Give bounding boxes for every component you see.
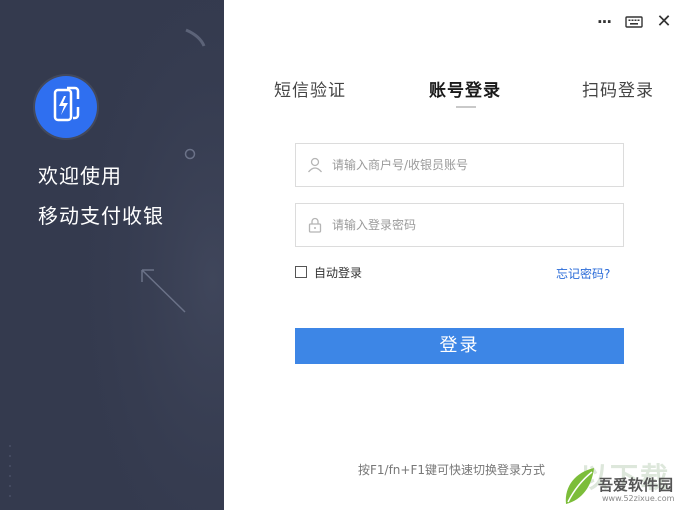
leaf-icon xyxy=(562,464,596,510)
auto-login-label[interactable]: 自动登录 xyxy=(314,264,362,281)
auto-login-checkbox[interactable] xyxy=(295,266,307,278)
forgot-password-link[interactable]: 忘记密码? xyxy=(556,265,610,282)
watermark-url: www.52zixue.com xyxy=(602,494,675,503)
brand-panel: 欢迎使用 移动支付收银 xyxy=(0,0,224,510)
watermark: 以下载 吾爱软件园 www.52zixue.com xyxy=(560,456,691,510)
tab-scan-login[interactable]: 扫码登录 xyxy=(582,76,654,101)
lock-icon xyxy=(306,216,324,238)
username-input[interactable] xyxy=(332,144,617,186)
more-dots-icon[interactable]: ··· xyxy=(594,12,614,32)
close-icon[interactable]: ✕ xyxy=(654,12,674,32)
login-button[interactable]: 登录 xyxy=(295,328,624,364)
keyboard-icon[interactable] xyxy=(624,12,644,32)
welcome-line-2: 移动支付收银 xyxy=(38,204,164,228)
tab-account-login[interactable]: 账号登录 xyxy=(429,76,501,101)
phone-lightning-icon xyxy=(53,86,80,122)
app-logo xyxy=(35,76,97,138)
password-field xyxy=(295,203,624,247)
user-icon xyxy=(306,156,324,178)
background-texture xyxy=(0,0,224,510)
tab-sms-verify[interactable]: 短信验证 xyxy=(274,76,346,101)
shortcut-hint: 按F1/fn+F1键可快速切换登录方式 xyxy=(358,463,546,477)
watermark-name: 吾爱软件园 xyxy=(598,476,674,494)
login-tabs: 短信验证 账号登录 扫码登录 xyxy=(224,76,691,108)
password-input[interactable] xyxy=(332,204,617,246)
active-tab-indicator xyxy=(456,106,476,108)
welcome-line-1: 欢迎使用 xyxy=(38,164,122,188)
username-field xyxy=(295,143,624,187)
